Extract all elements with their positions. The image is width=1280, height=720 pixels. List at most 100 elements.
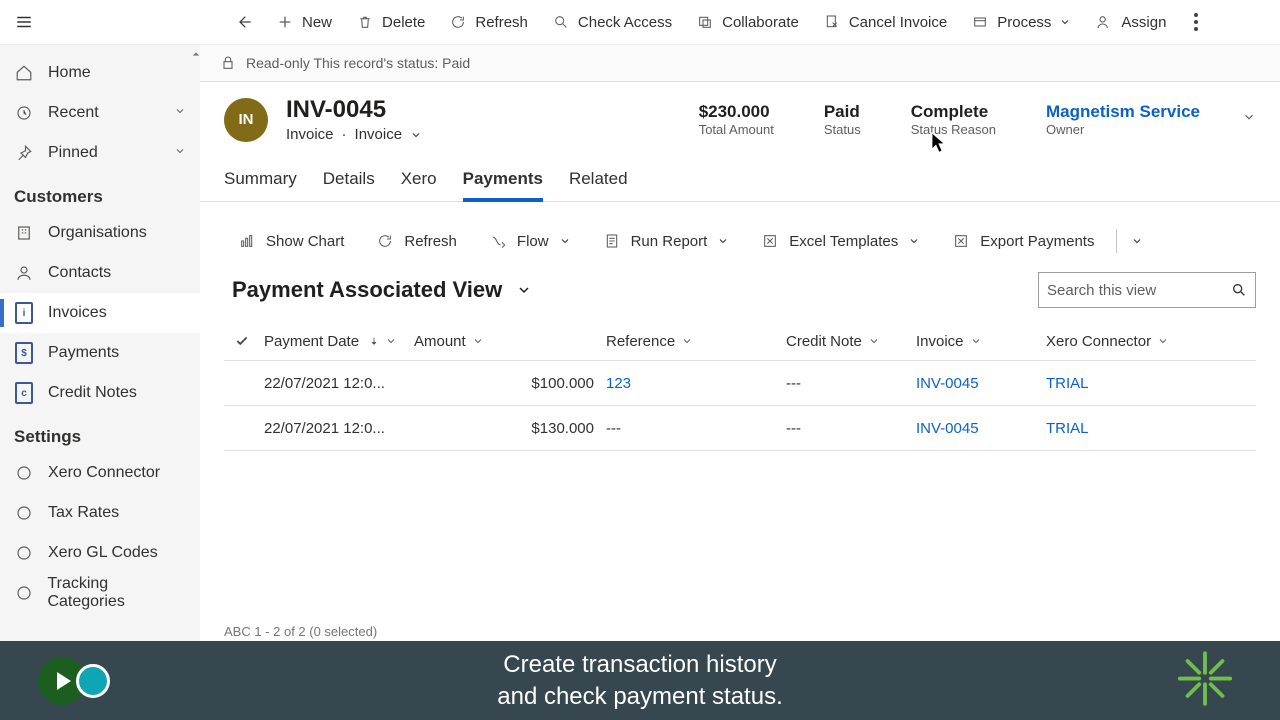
col-amount[interactable]: Amount: [414, 333, 606, 350]
sidebar-item-tracking-categories[interactable]: Tracking Categories: [0, 573, 200, 613]
report-icon: [603, 232, 621, 250]
excel-templates-button[interactable]: Excel Templates: [747, 226, 934, 256]
tab-related[interactable]: Related: [569, 159, 628, 201]
cancel-invoice-button[interactable]: Cancel Invoice: [811, 2, 959, 42]
sidebar-item-organisations[interactable]: Organisations: [0, 213, 200, 253]
col-reference-label: Reference: [606, 333, 675, 350]
record-title: INV-0045: [286, 96, 422, 124]
cell-invoice[interactable]: INV-0045: [916, 420, 1046, 437]
pin-icon: [14, 143, 34, 163]
stat-status: Paid Status: [824, 102, 861, 137]
view-title-text: Payment Associated View: [232, 277, 502, 303]
chart-icon: [238, 232, 256, 250]
tab-summary[interactable]: Summary: [224, 159, 297, 201]
cell-xero-connector[interactable]: TRIAL: [1046, 420, 1186, 437]
delete-label: Delete: [382, 14, 425, 31]
contact-icon: [14, 263, 34, 283]
collaborate-label: Collaborate: [722, 14, 799, 31]
more-commands-button[interactable]: [1178, 2, 1214, 42]
export-payments-label: Export Payments: [980, 233, 1094, 250]
readonly-text: Read-only This record's status: Paid: [246, 55, 470, 71]
assign-person-icon: [1095, 13, 1113, 31]
run-report-button[interactable]: Run Report: [589, 226, 744, 256]
payments-grid: Payment Date Amount Reference Credit Not…: [200, 322, 1280, 451]
sidebar-item-tax-rates[interactable]: Tax Rates: [0, 493, 200, 533]
cell-reference: ---: [606, 420, 786, 437]
collaborate-button[interactable]: Collaborate: [684, 2, 811, 42]
col-credit-note[interactable]: Credit Note: [786, 333, 916, 350]
sidebar-item-xero-connector[interactable]: Xero Connector: [0, 453, 200, 493]
refresh-button[interactable]: Refresh: [437, 2, 540, 42]
left-brand-logo: [38, 657, 110, 705]
more-vertical-icon: [1194, 13, 1198, 31]
chevron-down-icon: [472, 335, 484, 347]
sidebar-credit-notes-label: Credit Notes: [48, 384, 137, 402]
sidebar-item-pinned[interactable]: Pinned: [0, 133, 200, 173]
content-area: Read-only This record's status: Paid IN …: [200, 45, 1280, 641]
hamburger-menu[interactable]: [6, 4, 42, 40]
cell-invoice[interactable]: INV-0045: [916, 375, 1046, 392]
sidebar-item-payments[interactable]: $ Payments: [0, 333, 200, 373]
col-invoice[interactable]: Invoice: [916, 333, 1046, 350]
tax-icon: [14, 503, 34, 523]
stat-total-amount: $230.000 Total Amount: [699, 102, 774, 137]
select-all-checkbox[interactable]: [224, 334, 260, 348]
col-xero-connector[interactable]: Xero Connector: [1046, 333, 1186, 350]
grid-status-footer: ABC 1 - 2 of 2 (0 selected): [224, 624, 377, 639]
new-label: New: [302, 14, 332, 31]
view-selector[interactable]: Payment Associated View: [232, 277, 532, 303]
sidebar-item-xero-gl-codes[interactable]: Xero GL Codes: [0, 533, 200, 573]
chevron-down-icon: [174, 104, 186, 122]
record-form: Invoice: [355, 126, 403, 143]
caption-bar: Create transaction history and check pay…: [0, 641, 1280, 720]
status-label: Status: [824, 122, 861, 137]
subgrid-command-bar: Show Chart Refresh Flow Run Report Excel…: [200, 212, 1280, 264]
new-button[interactable]: New: [264, 2, 344, 42]
cell-credit-note: ---: [786, 375, 916, 392]
sidebar-item-home[interactable]: Home: [0, 53, 200, 93]
search-this-view[interactable]: Search this view: [1038, 272, 1256, 308]
owner-label: Owner: [1046, 122, 1200, 137]
sidebar-item-recent[interactable]: Recent: [0, 93, 200, 133]
tab-payments[interactable]: Payments: [463, 159, 543, 201]
header-expand-chevron[interactable]: [1242, 110, 1256, 129]
sidebar-item-contacts[interactable]: Contacts: [0, 253, 200, 293]
chevron-down-icon: [1131, 235, 1143, 247]
plus-icon: [276, 13, 294, 31]
grid-row[interactable]: 22/07/2021 12:0... $130.000 --- --- INV-…: [224, 406, 1256, 451]
col-reference[interactable]: Reference: [606, 333, 786, 350]
search-placeholder: Search this view: [1047, 282, 1231, 299]
flow-button[interactable]: Flow: [475, 226, 585, 256]
process-button[interactable]: Process: [959, 2, 1083, 42]
stat-owner[interactable]: Magnetism Service Owner: [1046, 102, 1200, 137]
chevron-down-icon[interactable]: [410, 129, 422, 141]
tab-details[interactable]: Details: [323, 159, 375, 201]
show-chart-button[interactable]: Show Chart: [224, 226, 358, 256]
total-amount-value: $230.000: [699, 102, 774, 122]
col-xero-connector-label: Xero Connector: [1046, 333, 1151, 350]
grid-row[interactable]: 22/07/2021 12:0... $100.000 123 --- INV-…: [224, 361, 1256, 406]
sidebar-payments-label: Payments: [48, 344, 119, 362]
export-payments-button[interactable]: Export Payments: [938, 226, 1108, 256]
trash-icon: [356, 13, 374, 31]
sidebar-org-label: Organisations: [48, 224, 147, 242]
check-access-button[interactable]: Check Access: [540, 2, 684, 42]
cell-reference[interactable]: 123: [606, 375, 786, 392]
sidebar-item-invoices[interactable]: i Invoices: [0, 293, 200, 333]
assign-button[interactable]: Assign: [1083, 2, 1178, 42]
cell-date: 22/07/2021 12:0...: [260, 375, 414, 392]
delete-button[interactable]: Delete: [344, 2, 437, 42]
cell-xero-connector[interactable]: TRIAL: [1046, 375, 1186, 392]
col-payment-date[interactable]: Payment Date: [260, 333, 414, 350]
subgrid-refresh-button[interactable]: Refresh: [362, 226, 471, 256]
caption-line1: Create transaction history: [503, 651, 776, 678]
sidebar-gl-codes-label: Xero GL Codes: [48, 544, 158, 562]
back-button[interactable]: [224, 2, 264, 42]
process-label: Process: [997, 14, 1051, 31]
cell-credit-note: ---: [786, 420, 916, 437]
search-icon: [1231, 282, 1247, 298]
tab-xero[interactable]: Xero: [401, 159, 437, 201]
export-dropdown-button[interactable]: [1125, 229, 1149, 253]
caption-text: Create transaction history and check pay…: [497, 649, 783, 714]
sidebar-item-credit-notes[interactable]: c Credit Notes: [0, 373, 200, 413]
